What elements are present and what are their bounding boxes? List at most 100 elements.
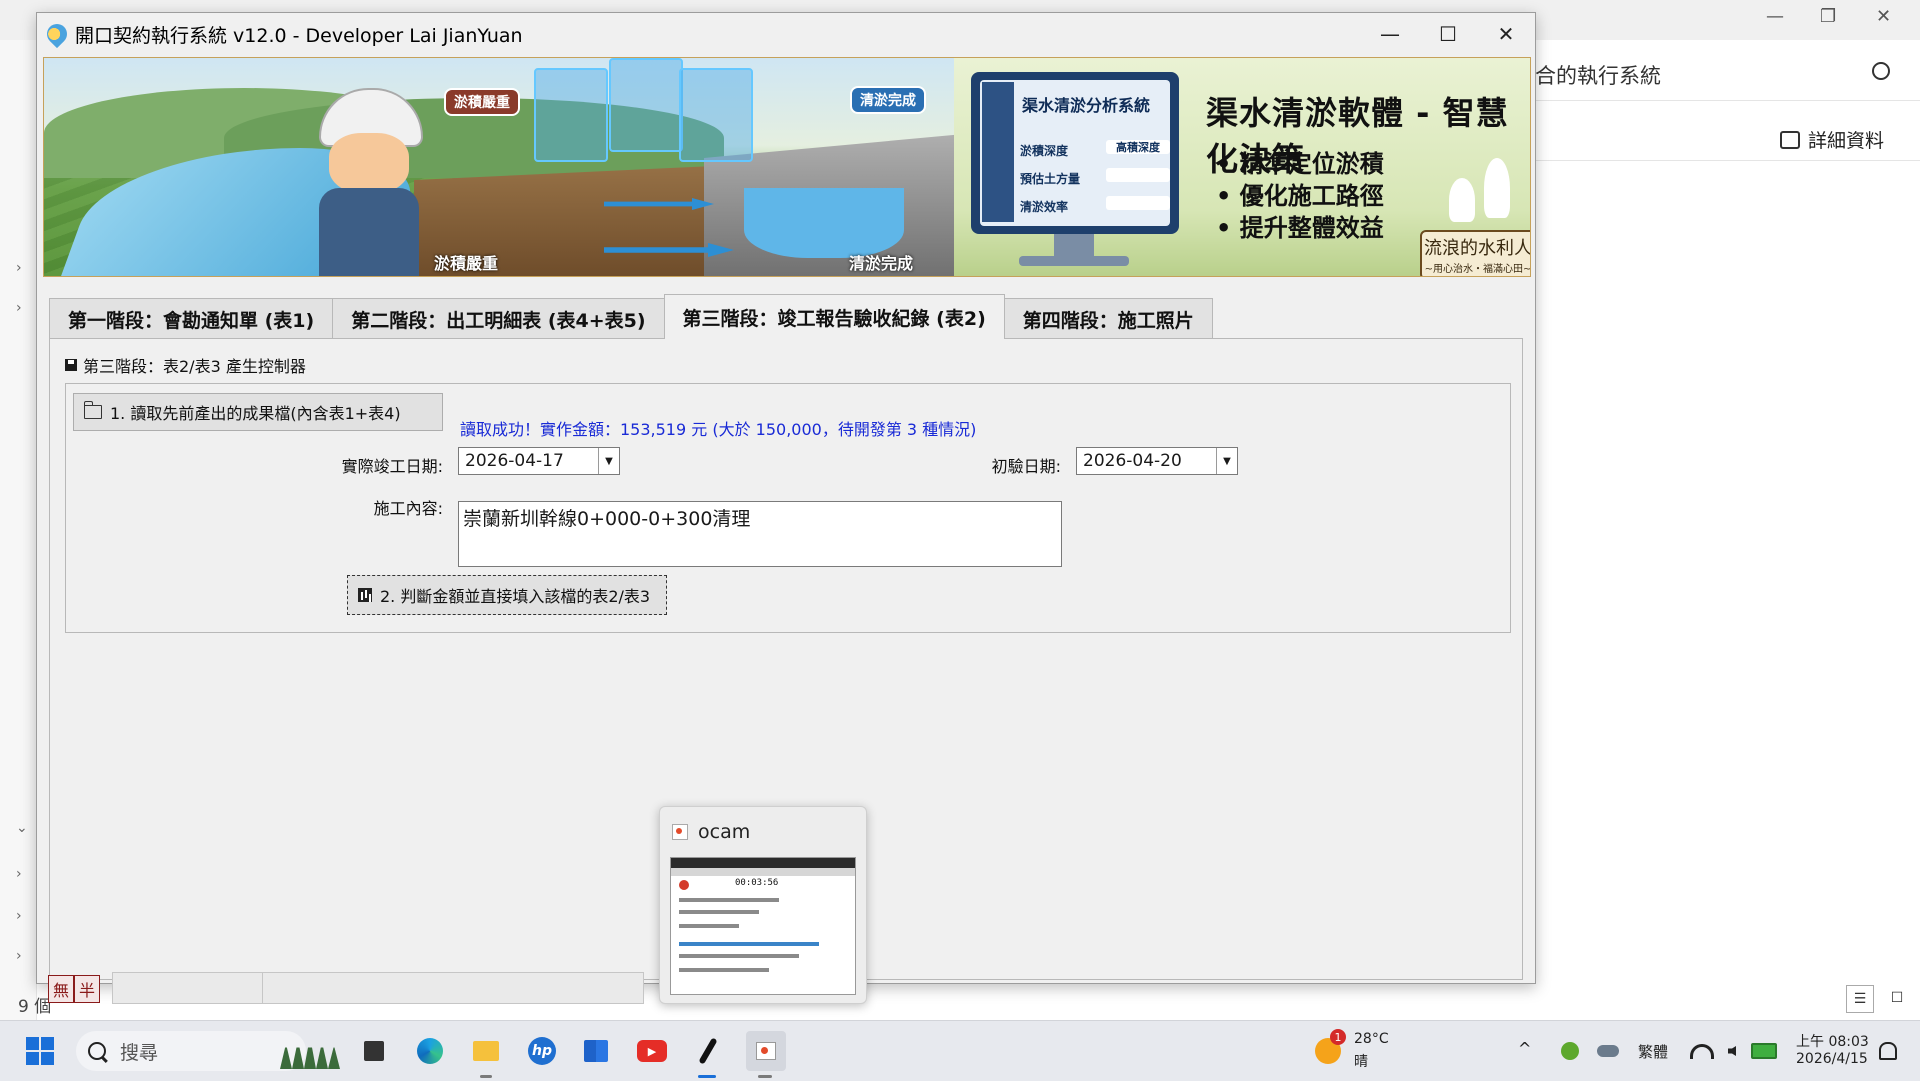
bg-chevron-right-icon[interactable]: › <box>16 300 22 316</box>
worker-mascot <box>304 88 434 276</box>
statusbar-cell <box>112 972 264 1004</box>
load-results-label: 1. 讀取先前產出的成果檔(內含表1+表4) <box>110 404 401 423</box>
bg-minimize-icon[interactable]: — <box>1766 6 1784 27</box>
tray-app-icon[interactable] <box>1554 1035 1586 1067</box>
pen-app-icon[interactable] <box>692 1035 724 1067</box>
construction-content-textarea[interactable]: 崇蘭新圳幹線0+000-0+300清理 <box>458 501 1062 567</box>
battery-icon[interactable] <box>1748 1035 1780 1067</box>
bg-close-icon[interactable]: ✕ <box>1876 6 1891 27</box>
app-droplet-icon <box>42 19 72 49</box>
tray-overflow-chevron-icon[interactable]: ^ <box>1518 1039 1531 1058</box>
edge-icon[interactable] <box>414 1035 446 1067</box>
monitor-row-label: 淤積深度 <box>1020 144 1069 158</box>
tag-heavy-silt: 淤積嚴重 <box>444 88 520 116</box>
youtube-icon[interactable]: ▶ <box>636 1035 668 1067</box>
dropdown-arrow-icon[interactable]: ▼ <box>1216 448 1237 474</box>
search-icon <box>88 1042 106 1060</box>
bg-chevron-right-icon[interactable]: › <box>16 260 22 276</box>
ime-indicator[interactable]: 無 半 <box>48 975 100 1003</box>
fill-table-label: 2. 判斷金額並直接填入該檔的表2/表3 <box>380 587 651 606</box>
hp-icon[interactable]: hp <box>526 1035 558 1067</box>
ime-mode-none[interactable]: 無 <box>48 975 74 1003</box>
header-banner: 淤積嚴重 清淤完成 淤積嚴重 清淤完成 渠水清淤分析系統 淤積深度 高積深度 預… <box>43 57 1531 277</box>
taskbar-search[interactable]: 搜尋 <box>76 1031 306 1071</box>
bg-restore-icon[interactable]: ❐ <box>1820 6 1836 27</box>
maximize-button[interactable]: ☐ <box>1419 13 1477 55</box>
monitor-row-label: 清淤效率 <box>1020 200 1069 214</box>
store-glyph <box>584 1040 608 1062</box>
tab-stage-1[interactable]: 第一階段：會勘通知單 (表1) <box>49 298 334 339</box>
clock-date[interactable]: 2026/4/15 <box>1796 1051 1868 1067</box>
pen-running-indicator <box>698 1075 716 1078</box>
monitor-stand <box>1054 234 1094 258</box>
store-icon[interactable] <box>580 1035 612 1067</box>
notification-bell-icon[interactable] <box>1872 1035 1904 1067</box>
group-title: 第三階段：表2/表3 產生控制器 <box>65 353 306 377</box>
bg-chevron-down-icon[interactable]: ⌄ <box>16 820 28 836</box>
volume-icon[interactable] <box>1716 1035 1748 1067</box>
monitor-row-label: 預估土方量 <box>1020 172 1081 186</box>
ime-mode-half[interactable]: 半 <box>74 975 100 1003</box>
monitor-sidebar <box>982 82 1014 222</box>
mascot-face <box>329 133 409 193</box>
ocam-taskbar-icon[interactable] <box>746 1031 786 1071</box>
fill-table-button[interactable]: 2. 判斷金額並直接填入該檔的表2/表3 <box>347 575 667 615</box>
details-pane-icon <box>1780 130 1800 149</box>
app-titlebar[interactable]: 開口契約執行系統 v12.0 - Developer Lai JianYuan … <box>37 13 1535 55</box>
initial-inspection-date-picker[interactable]: 2026-04-20 ▼ <box>1076 447 1238 475</box>
dropdown-arrow-icon[interactable]: ▼ <box>598 448 619 474</box>
load-results-button[interactable]: 1. 讀取先前產出的成果檔(內含表1+表4) <box>73 393 443 431</box>
explorer-running-indicator <box>480 1075 492 1078</box>
hp-glyph: hp <box>528 1037 556 1065</box>
close-button[interactable]: ✕ <box>1477 13 1535 55</box>
tray-green-glyph <box>1561 1042 1579 1060</box>
tab-stage-3[interactable]: 第三階段：竣工報告驗收紀錄 (表2) <box>663 294 1005 339</box>
clock-time[interactable]: 上午 08:03 <box>1796 1031 1869 1051</box>
ocam-window-preview[interactable]: 00:03:56 <box>670 857 856 995</box>
monitor-base <box>1019 256 1129 266</box>
weather-desc[interactable]: 晴 <box>1354 1051 1368 1071</box>
list-view-icon[interactable]: ☰ <box>1846 985 1874 1013</box>
weather-temp[interactable]: 28°C <box>1354 1031 1389 1047</box>
ocam-icon <box>672 824 688 840</box>
onedrive-icon[interactable] <box>1592 1035 1624 1067</box>
ime-language-indicator[interactable]: 繁體 <box>1638 1041 1668 1062</box>
egret-icon <box>1484 158 1510 218</box>
start-button[interactable] <box>24 1035 56 1067</box>
banner-bullet: • 提升整體效益 <box>1216 214 1384 242</box>
ocam-glyph <box>756 1042 776 1060</box>
bg-chevron-right-icon[interactable]: › <box>16 908 22 924</box>
battery-glyph <box>1751 1043 1777 1059</box>
windows-logo-icon <box>26 1037 54 1065</box>
preview-line <box>679 924 739 928</box>
tab-stage-4[interactable]: 第四階段：施工照片 <box>1003 298 1213 339</box>
logo-main-text: 流浪的水利人 <box>1424 238 1531 259</box>
app-title: 開口契約執行系統 v12.0 - Developer Lai JianYuan <box>75 24 523 47</box>
monitor-row-value <box>1106 168 1170 182</box>
banner-bullet: • 優化施工路徑 <box>1216 182 1384 210</box>
initial-inspection-label: 初驗日期: <box>991 457 1061 476</box>
bg-details-button[interactable]: 詳細資料 <box>1780 126 1884 153</box>
bg-address-text[interactable]: 合的執行系統 <box>1535 60 1661 90</box>
bg-search-icon[interactable] <box>1872 62 1890 80</box>
tile-view-icon[interactable]: ☐ <box>1884 985 1910 1011</box>
banner-bullet: • 精準定位淤積 <box>1216 150 1384 178</box>
stage-tabs: 第一階段：會勘通知單 (表1) 第二階段：出工明細表 (表4+表5) 第三階段：… <box>49 294 1213 339</box>
bg-chevron-right-icon[interactable]: › <box>16 866 22 882</box>
bg-chevron-right-icon[interactable]: › <box>16 948 22 964</box>
preview-tabs <box>671 868 855 876</box>
floppy-icon <box>65 359 77 371</box>
group-title-text: 第三階段：表2/表3 產生控制器 <box>83 357 306 376</box>
record-icon <box>679 880 689 890</box>
file-explorer-icon[interactable] <box>470 1035 502 1067</box>
ocam-thumbnail-popup[interactable]: ocam 00:03:56 <box>659 806 867 1004</box>
hologram-chart-icon <box>609 58 683 152</box>
youtube-glyph: ▶ <box>637 1040 667 1062</box>
actual-completion-date-picker[interactable]: 2026-04-17 ▼ <box>458 447 620 475</box>
minimize-button[interactable]: — <box>1361 13 1419 55</box>
search-placeholder: 搜尋 <box>120 1041 159 1064</box>
tab-stage-2[interactable]: 第二階段：出工明細表 (表4+表5) <box>332 298 665 339</box>
monitor-row-value <box>1106 196 1170 210</box>
wifi-icon[interactable] <box>1686 1035 1718 1067</box>
task-view-icon[interactable] <box>358 1035 390 1067</box>
